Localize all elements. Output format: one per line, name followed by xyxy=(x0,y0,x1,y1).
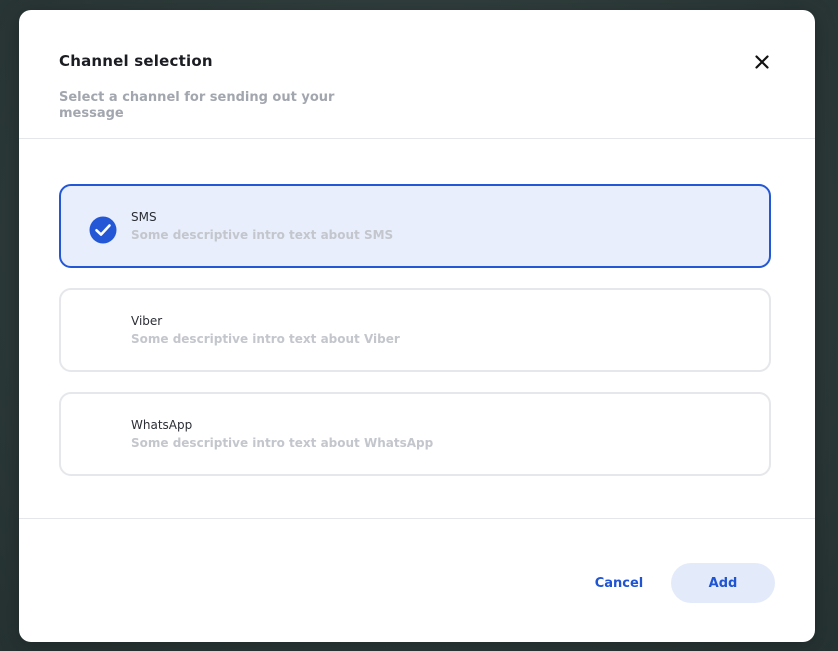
channel-option-description: Some descriptive intro text about SMS xyxy=(131,228,394,242)
channel-option-description: Some descriptive intro text about WhatsA… xyxy=(131,436,434,450)
channel-option-sms[interactable]: SMS Some descriptive intro text about SM… xyxy=(59,184,771,268)
dialog-subtitle: Select a channel for sending out your me… xyxy=(59,90,335,121)
cancel-button[interactable]: Cancel xyxy=(583,563,655,603)
channel-option-description: Some descriptive intro text about Viber xyxy=(131,332,400,346)
check-circle-icon xyxy=(89,216,117,244)
channel-option-whatsapp[interactable]: WhatsApp Some descriptive intro text abo… xyxy=(59,392,771,476)
dialog-header: Channel selection Select a channel for s… xyxy=(19,10,815,139)
close-icon xyxy=(755,55,769,69)
channel-option-viber[interactable]: Viber Some descriptive intro text about … xyxy=(59,288,771,372)
channel-option-name: WhatsApp xyxy=(131,418,193,432)
channel-selection-dialog: Channel selection Select a channel for s… xyxy=(19,10,815,642)
dialog-title: Channel selection xyxy=(59,52,213,70)
add-button[interactable]: Add xyxy=(671,563,775,603)
close-button[interactable] xyxy=(750,50,774,74)
channel-option-name: SMS xyxy=(131,210,157,224)
channel-options-list: SMS Some descriptive intro text about SM… xyxy=(19,139,815,518)
dialog-footer: Cancel Add xyxy=(19,518,815,642)
channel-option-name: Viber xyxy=(131,314,163,328)
